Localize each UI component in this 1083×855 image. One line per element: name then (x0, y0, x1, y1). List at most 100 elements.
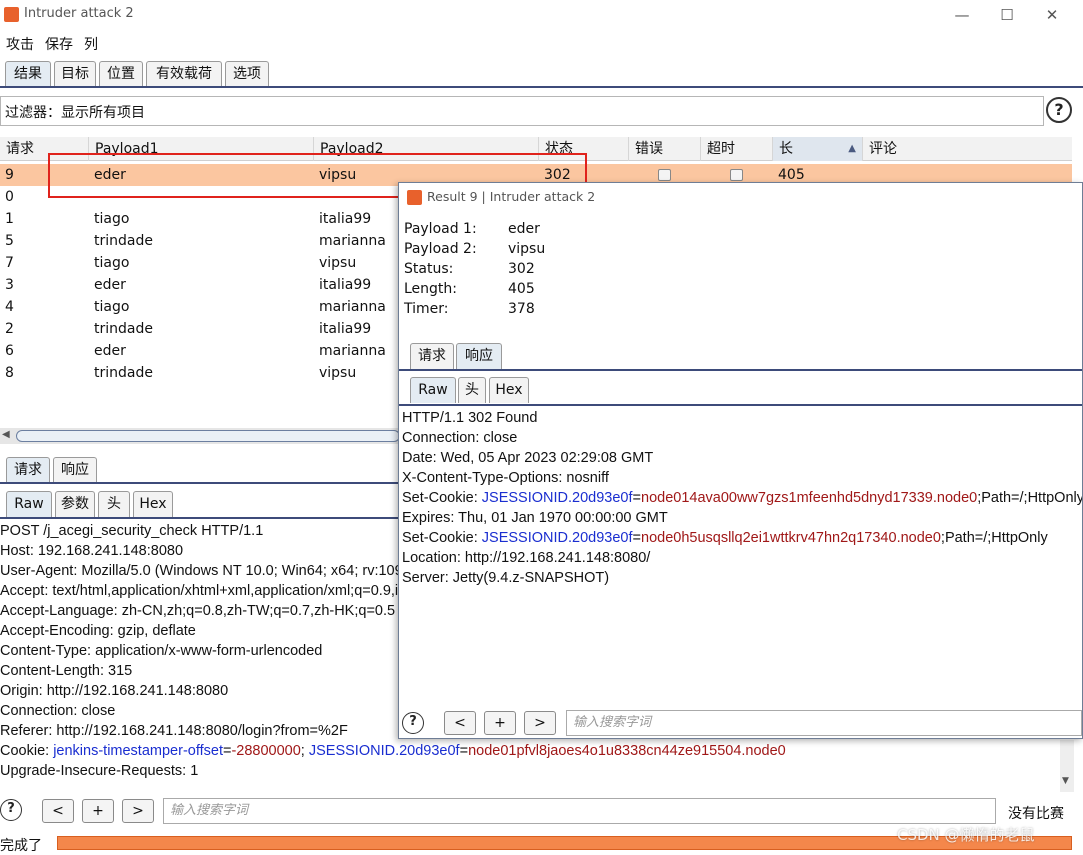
cookie-eq: = (459, 743, 469, 759)
vertical-scrollbar[interactable]: ▼ (1060, 740, 1074, 792)
request-line: Upgrade-Insecure-Requests: 1 (0, 763, 199, 779)
popup-tab-headers[interactable]: 头 (458, 377, 486, 403)
request-line: Origin: http://192.168.241.148:8080 (0, 683, 229, 699)
cell-request: 8 (5, 365, 14, 381)
cell-payload2: marianna (319, 299, 386, 315)
help-icon[interactable]: ? (402, 712, 424, 734)
cell-length: 405 (778, 167, 805, 183)
request-line: Content-Length: 315 (0, 663, 133, 679)
cookie-suffix: ;Path=/;HttpOnly (940, 530, 1048, 546)
response-editor[interactable]: HTTP/1.1 302 Found Connection: close Dat… (399, 409, 1082, 699)
field-label: Payload 1: (404, 221, 477, 237)
cookie-name: jenkins-timestamper-offset (53, 743, 223, 759)
result-popup: Result 9 | Intruder attack 2 Payload 1: … (398, 182, 1083, 739)
popup-tab-hex[interactable]: Hex (489, 377, 529, 403)
next-match-button[interactable]: > (122, 799, 154, 823)
tab-raw[interactable]: Raw (6, 491, 52, 517)
cell-payload1: trindade (94, 321, 153, 337)
request-line: User-Agent: Mozilla/5.0 (Windows NT 10.0… (0, 563, 403, 579)
cell-payload2: marianna (319, 343, 386, 359)
popup-tab-raw[interactable]: Raw (410, 377, 456, 403)
minimize-button[interactable]: — (951, 4, 973, 26)
sort-asc-icon: ▲ (848, 143, 856, 154)
cell-payload1: tiago (94, 211, 130, 227)
popup-search-input[interactable]: 输入搜索字词 (566, 710, 1082, 736)
window-title: Intruder attack 2 (24, 6, 134, 21)
menu-columns[interactable]: 列 (84, 34, 98, 54)
prev-match-button[interactable]: < (444, 711, 476, 735)
help-icon[interactable]: ? (1046, 97, 1072, 123)
cell-request: 4 (5, 299, 14, 315)
cell-payload1: trindade (94, 365, 153, 381)
response-line: HTTP/1.1 302 Found (402, 410, 538, 426)
tab-target[interactable]: 目标 (54, 61, 96, 87)
next-match-button[interactable]: > (524, 711, 556, 735)
cookie-name: JSESSIONID.20d93e0f (481, 530, 633, 546)
field-value: eder (508, 221, 540, 237)
tab-headers[interactable]: 头 (98, 491, 130, 517)
scroll-down-icon[interactable]: ▼ (1062, 776, 1069, 786)
filter-value: 显示所有项目 (61, 105, 145, 121)
cookie-prefix: Set-Cookie: (402, 530, 482, 546)
cell-payload1: trindade (94, 233, 153, 249)
menu-attack[interactable]: 攻击 (6, 34, 34, 54)
cell-payload1: eder (94, 343, 126, 359)
popup-tab-response[interactable]: 响应 (456, 343, 502, 369)
cookie-eq: = (632, 530, 641, 546)
cell-payload2: vipsu (319, 365, 357, 381)
cell-payload2: italia99 (319, 211, 372, 227)
scrollbar-thumb[interactable] (16, 430, 400, 442)
maximize-button[interactable]: ☐ (996, 4, 1018, 26)
cell-request: 2 (5, 321, 14, 337)
col-error[interactable]: 错误 (629, 137, 701, 161)
response-line: Expires: Thu, 01 Jan 1970 00:00:00 GMT (402, 510, 668, 526)
search-input[interactable]: 输入搜索字词 (163, 798, 996, 824)
cookie-suffix: ;Path=/;HttpOnly (977, 490, 1082, 506)
burp-logo-icon (4, 7, 19, 22)
cell-payload1: tiago (94, 299, 130, 315)
response-line: Date: Wed, 05 Apr 2023 02:29:08 GMT (402, 450, 654, 466)
tab-payloads[interactable]: 有效载荷 (146, 61, 222, 87)
filter-bar[interactable]: 过滤器：显示所有项目 (0, 96, 1044, 126)
tab-params[interactable]: 参数 (55, 491, 95, 517)
cell-request: 7 (5, 255, 14, 271)
popup-tab-request[interactable]: 请求 (410, 343, 454, 369)
popup-title: Result 9 | Intruder attack 2 (427, 189, 596, 204)
tab-positions[interactable]: 位置 (99, 61, 143, 87)
help-icon[interactable]: ? (0, 799, 22, 821)
close-button[interactable]: ✕ (1041, 4, 1063, 26)
col-timeout[interactable]: 超时 (701, 137, 773, 161)
cell-payload2: italia99 (319, 277, 372, 293)
cookie-value: node014ava00ww7gzs1mfeenhd5dnyd17339.nod… (641, 490, 978, 506)
lower-tabs: 请求 响应 (0, 455, 400, 485)
watermark: CSDN @懒惰的老鼠 (897, 826, 1035, 844)
col-comment[interactable]: 评论 (863, 137, 1072, 161)
filter-text: 过滤器：显示所有项目 (5, 102, 145, 122)
menu-bar: 攻击 保存 列 (0, 30, 1083, 56)
add-button[interactable]: + (82, 799, 114, 823)
add-button[interactable]: + (484, 711, 516, 735)
cell-payload1: tiago (94, 255, 130, 271)
main-tabs: 结果 目标 位置 有效载荷 选项 (0, 58, 1083, 88)
tab-results[interactable]: 结果 (5, 61, 51, 87)
cell-payload2: vipsu (319, 255, 357, 271)
prev-match-button[interactable]: < (42, 799, 74, 823)
request-line: Accept-Encoding: gzip, deflate (0, 623, 196, 639)
tab-response[interactable]: 响应 (53, 457, 97, 483)
cookie-eq: = (632, 490, 641, 506)
tab-options[interactable]: 选项 (225, 61, 269, 87)
tab-request[interactable]: 请求 (6, 457, 50, 483)
cell-request: 6 (5, 343, 14, 359)
error-checkbox (658, 169, 671, 181)
cookie-prefix: Set-Cookie: (402, 490, 482, 506)
response-line: Connection: close (402, 430, 518, 446)
scroll-left-icon[interactable]: ◀ (2, 429, 10, 440)
menu-save[interactable]: 保存 (45, 34, 73, 54)
field-value: 378 (508, 301, 535, 317)
filter-label: 过滤器： (5, 105, 61, 121)
cell-payload2: marianna (319, 233, 386, 249)
horizontal-scrollbar[interactable]: ◀ (0, 428, 400, 444)
col-length[interactable]: 长 ▲ (773, 137, 863, 161)
tab-hex[interactable]: Hex (133, 491, 173, 517)
cell-request: 3 (5, 277, 14, 293)
